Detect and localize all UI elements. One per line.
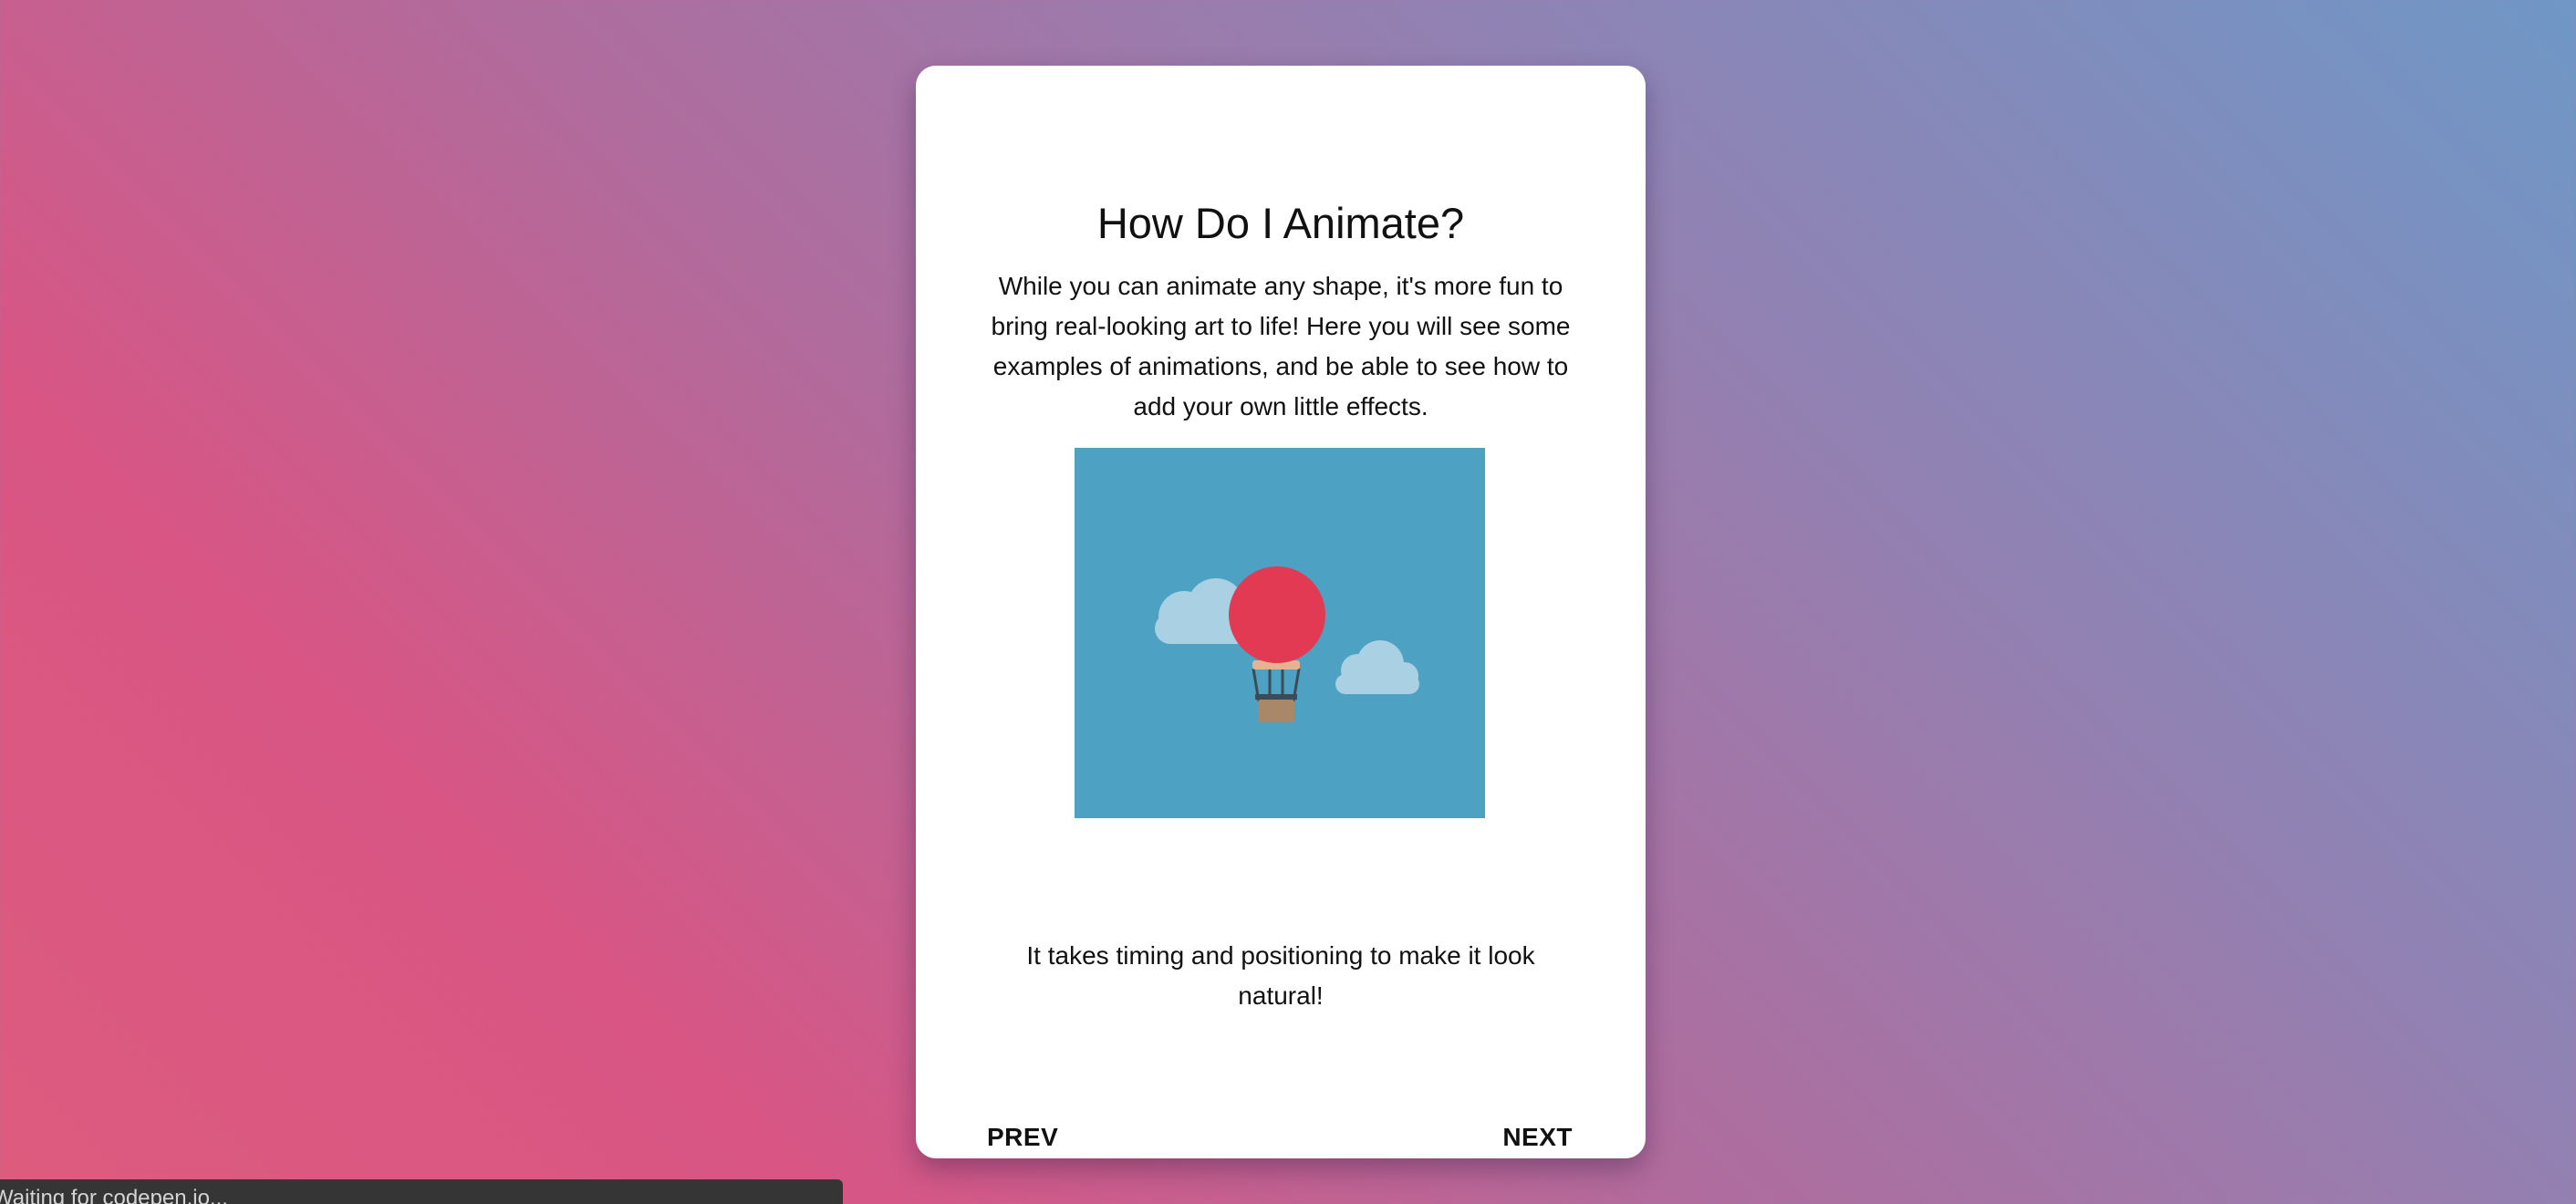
balloon-basket bbox=[1258, 700, 1294, 722]
slide-card: How Do I Animate? While you can animate … bbox=[916, 66, 1646, 1158]
card-title: How Do I Animate? bbox=[1096, 199, 1465, 247]
status-text: Waiting for codepen.io... bbox=[0, 1186, 228, 1204]
prev-button[interactable]: PREV bbox=[987, 1119, 1058, 1156]
card-caption: It takes timing and positioning to make … bbox=[1026, 941, 1535, 1010]
hot-air-balloon-illustration bbox=[1075, 448, 1485, 818]
balloon-envelope bbox=[1229, 566, 1325, 663]
card-description: While you can animate any shape, it's mo… bbox=[991, 272, 1571, 420]
next-button[interactable]: NEXT bbox=[1502, 1119, 1573, 1156]
